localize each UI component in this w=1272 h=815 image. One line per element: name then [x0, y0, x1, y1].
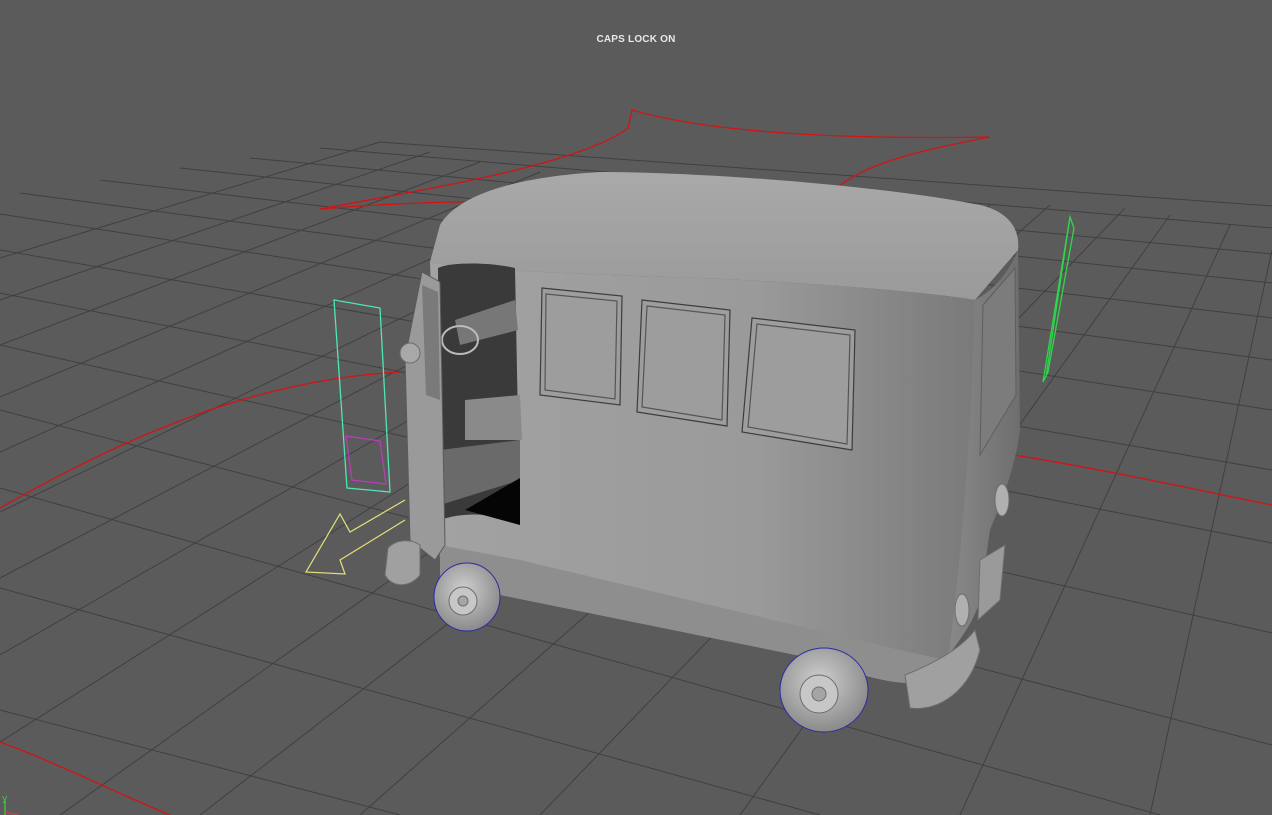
cyan-selection-frame[interactable]: [333, 299, 391, 493]
curve-ground-bottom: [0, 741, 171, 815]
axis-y-label: y: [2, 794, 8, 804]
viewport-canvas[interactable]: [0, 0, 1272, 815]
curve-ground-right: [1007, 453, 1272, 506]
hud-caps-lock-message: CAPS LOCK ON: [596, 34, 676, 45]
3d-viewport[interactable]: CAPS LOCK ON y: [0, 0, 1272, 815]
van-interior-seat: [465, 395, 522, 440]
van-rear-wheel[interactable]: [779, 647, 869, 733]
van-front-wheel[interactable]: [433, 562, 501, 632]
van-side-mirror: [399, 342, 421, 364]
green-plane-locator[interactable]: [1042, 214, 1075, 383]
van-front-bumper: [384, 540, 421, 586]
